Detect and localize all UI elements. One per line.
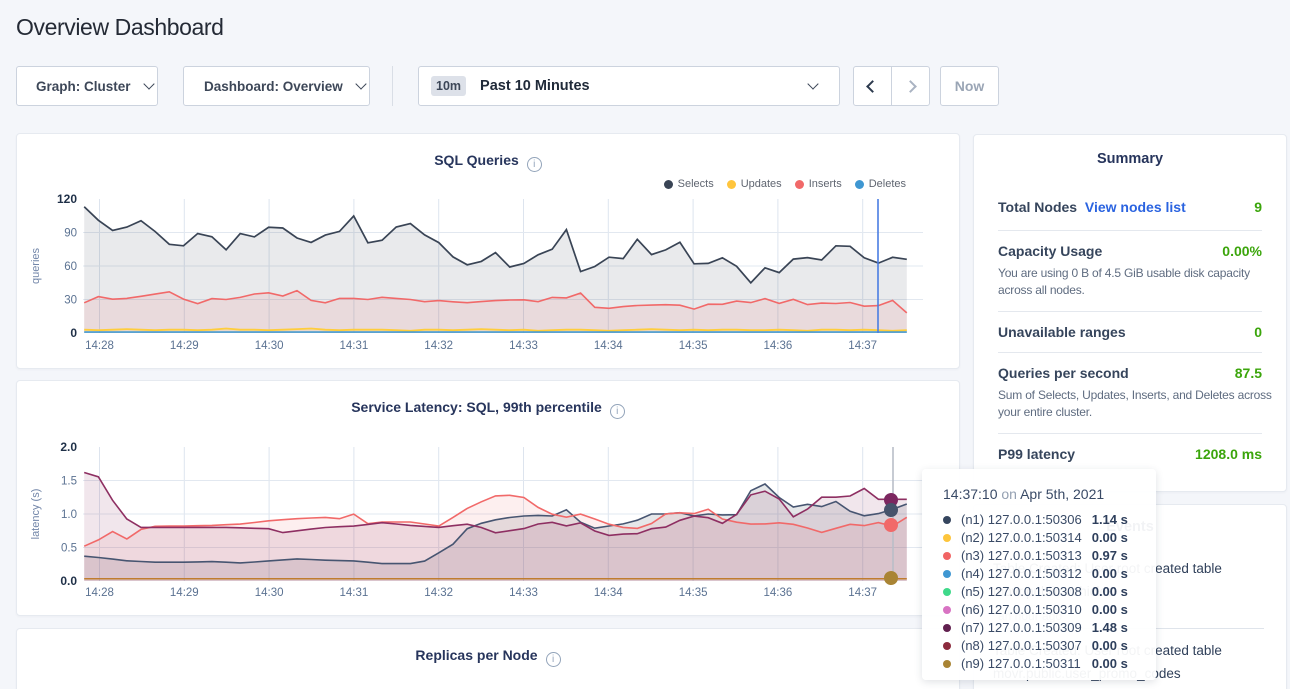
svg-text:14:32: 14:32 <box>424 587 453 599</box>
svg-text:14:33: 14:33 <box>509 340 538 352</box>
svg-text:30: 30 <box>64 295 77 307</box>
svg-text:14:34: 14:34 <box>594 340 623 352</box>
svg-text:queries: queries <box>30 247 42 284</box>
svg-text:14:34: 14:34 <box>594 587 623 599</box>
svg-text:14:37: 14:37 <box>848 587 877 599</box>
svg-text:14:36: 14:36 <box>764 587 793 599</box>
svg-text:14:30: 14:30 <box>255 587 284 599</box>
svg-text:14:28: 14:28 <box>85 587 114 599</box>
svg-text:0.0: 0.0 <box>60 574 77 588</box>
svg-text:1.0: 1.0 <box>61 509 77 521</box>
svg-text:14:33: 14:33 <box>509 587 538 599</box>
svg-text:14:37: 14:37 <box>848 340 877 352</box>
svg-text:2.0: 2.0 <box>60 440 77 454</box>
svg-text:14:29: 14:29 <box>170 340 199 352</box>
svg-text:0: 0 <box>70 326 77 340</box>
svg-text:14:30: 14:30 <box>255 340 284 352</box>
svg-text:14:31: 14:31 <box>340 340 369 352</box>
svg-text:latency (s): latency (s) <box>30 489 42 540</box>
svg-text:14:32: 14:32 <box>424 340 453 352</box>
svg-text:14:29: 14:29 <box>170 587 199 599</box>
svg-text:60: 60 <box>64 261 77 273</box>
svg-text:1.5: 1.5 <box>61 476 77 488</box>
svg-text:14:28: 14:28 <box>85 340 114 352</box>
svg-text:0.5: 0.5 <box>61 543 77 555</box>
svg-text:14:35: 14:35 <box>679 587 708 599</box>
svg-text:14:35: 14:35 <box>679 340 708 352</box>
svg-text:120: 120 <box>57 192 77 206</box>
svg-text:14:36: 14:36 <box>764 340 793 352</box>
svg-text:14:31: 14:31 <box>340 587 369 599</box>
svg-text:90: 90 <box>64 228 77 240</box>
